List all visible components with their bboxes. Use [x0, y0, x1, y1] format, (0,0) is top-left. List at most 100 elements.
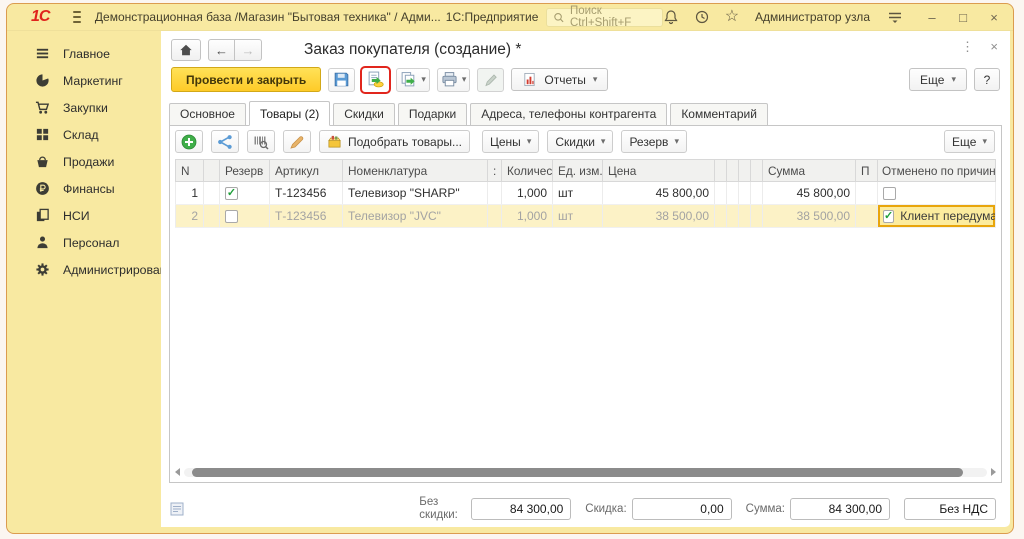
notifications-bell-icon[interactable]: [663, 9, 680, 26]
col-num[interactable]: N: [176, 160, 204, 182]
col-quantity[interactable]: Количес...: [502, 160, 553, 182]
goods-more-button[interactable]: Еще ▾: [944, 130, 995, 153]
sidebar-item-warehouse[interactable]: Склад: [7, 121, 161, 148]
structure-button[interactable]: [211, 130, 239, 153]
form-close-icon[interactable]: ×: [990, 39, 998, 54]
forward-button[interactable]: →: [235, 39, 262, 61]
cancelled-checkbox-unchecked[interactable]: [883, 187, 896, 200]
cell-p[interactable]: [856, 205, 878, 228]
cell-characteristic[interactable]: [488, 182, 502, 205]
print-button[interactable]: ▾: [437, 68, 471, 92]
home-button[interactable]: [171, 39, 201, 61]
cell-price[interactable]: 38 500,00: [603, 205, 715, 228]
cell-num[interactable]: 1: [176, 182, 204, 205]
reserve-button[interactable]: Резерв ▾: [621, 130, 687, 153]
cell-price[interactable]: 45 800,00: [603, 182, 715, 205]
scrollbar-thumb[interactable]: [192, 468, 963, 477]
scrollbar-track[interactable]: [184, 468, 987, 477]
col-price[interactable]: Цена: [603, 160, 715, 182]
cell-quantity[interactable]: 1,000: [502, 182, 553, 205]
col-reserve[interactable]: Резерв: [220, 160, 270, 182]
cell-spacer[interactable]: [204, 205, 220, 228]
main-menu-icon[interactable]: [73, 11, 80, 23]
tab-addresses[interactable]: Адреса, телефоны контрагента: [470, 103, 667, 126]
cell-sum[interactable]: 45 800,00: [763, 182, 856, 205]
save-button[interactable]: [328, 68, 355, 92]
edit-price-button[interactable]: [283, 130, 311, 153]
cancelled-checkbox-checked[interactable]: ✓: [883, 210, 894, 223]
col-sum[interactable]: Сумма: [763, 160, 856, 182]
edit-disabled-button[interactable]: [477, 68, 504, 92]
tab-main[interactable]: Основное: [169, 103, 246, 126]
col-article[interactable]: Артикул: [270, 160, 343, 182]
col-narrow[interactable]: [739, 160, 751, 182]
sidebar-item-purchases[interactable]: Закупки: [7, 94, 161, 121]
sidebar-item-marketing[interactable]: Маркетинг: [7, 67, 161, 94]
favorites-star-icon[interactable]: ☆: [725, 9, 739, 25]
cell-nomenclature[interactable]: Телевизор "JVC": [343, 205, 488, 228]
col-narrow[interactable]: [727, 160, 739, 182]
cell-quantity[interactable]: 1,000: [502, 205, 553, 228]
close-window-button[interactable]: ×: [987, 11, 1001, 24]
horizontal-scrollbar[interactable]: [175, 466, 996, 478]
form-more-button[interactable]: Еще ▾: [909, 68, 967, 91]
discounts-button[interactable]: Скидки ▾: [547, 130, 613, 153]
add-row-button[interactable]: [175, 130, 203, 153]
help-button[interactable]: ?: [974, 68, 1000, 91]
comment-list-icon[interactable]: [170, 502, 184, 516]
cell-narrow[interactable]: [739, 182, 751, 205]
no-discount-value[interactable]: 84 300,00: [471, 498, 571, 520]
cancel-reason-active-cell[interactable]: ✓ Клиент передумал: [878, 205, 995, 227]
maximize-button[interactable]: □: [956, 11, 970, 24]
tab-discounts[interactable]: Скидки: [333, 103, 395, 126]
sidebar-item-main[interactable]: Главное: [7, 40, 161, 67]
reserve-checkbox-checked[interactable]: ✓: [225, 187, 238, 200]
col-nomenclature[interactable]: Номенклатура: [343, 160, 488, 182]
cell-sum[interactable]: 38 500,00: [763, 205, 856, 228]
cell-p[interactable]: [856, 182, 878, 205]
reports-button[interactable]: Отчеты ▾: [511, 68, 608, 91]
current-user[interactable]: Администратор узла: [755, 10, 870, 24]
col-p[interactable]: П: [856, 160, 878, 182]
cell-spacer[interactable]: [204, 182, 220, 205]
col-cancelled[interactable]: Отменено по причине: [878, 160, 996, 182]
cell-num[interactable]: 2: [176, 205, 204, 228]
sidebar-item-administration[interactable]: Администрирование: [7, 256, 161, 283]
col-unit[interactable]: Ед. изм.: [553, 160, 603, 182]
cell-reserve[interactable]: [220, 205, 270, 228]
cell-narrow[interactable]: [715, 182, 727, 205]
cell-cancelled[interactable]: [878, 182, 996, 205]
sidebar-item-finance[interactable]: Финансы: [7, 175, 161, 202]
minimize-button[interactable]: –: [925, 11, 939, 24]
post-and-close-button[interactable]: Провести и закрыть: [171, 67, 321, 92]
cell-narrow[interactable]: [715, 205, 727, 228]
service-menu-icon[interactable]: [886, 9, 903, 26]
cell-unit[interactable]: шт: [553, 205, 603, 228]
cell-narrow[interactable]: [727, 182, 739, 205]
col-narrow[interactable]: [751, 160, 763, 182]
cell-cancelled-selected[interactable]: ✓ Клиент передумал: [878, 205, 996, 228]
cell-reserve[interactable]: ✓: [220, 182, 270, 205]
post-document-button[interactable]: [362, 68, 389, 92]
reserve-checkbox-unchecked[interactable]: [225, 210, 238, 223]
col-characteristic[interactable]: :: [488, 160, 502, 182]
sidebar-item-nsi[interactable]: НСИ: [7, 202, 161, 229]
tab-gifts[interactable]: Подарки: [398, 103, 467, 126]
cell-nomenclature[interactable]: Телевизор "SHARP": [343, 182, 488, 205]
cell-article[interactable]: Т-123456: [270, 205, 343, 228]
cell-unit[interactable]: шт: [553, 182, 603, 205]
scroll-right-icon[interactable]: [991, 468, 996, 476]
sidebar-item-sales[interactable]: Продажи: [7, 148, 161, 175]
cell-narrow[interactable]: [751, 205, 763, 228]
discount-value[interactable]: 0,00: [632, 498, 732, 520]
col-narrow[interactable]: [715, 160, 727, 182]
sum-value[interactable]: 84 300,00: [790, 498, 890, 520]
col-spacer[interactable]: [204, 160, 220, 182]
history-icon[interactable]: [694, 9, 711, 26]
scroll-left-icon[interactable]: [175, 468, 180, 476]
create-based-on-button[interactable]: ▾: [396, 68, 430, 92]
pick-goods-button[interactable]: Подобрать товары...: [319, 130, 470, 153]
sidebar-item-personnel[interactable]: Персонал: [7, 229, 161, 256]
vat-field[interactable]: Без НДС: [904, 498, 996, 520]
global-search-input[interactable]: Поиск Ctrl+Shift+F: [546, 8, 662, 27]
